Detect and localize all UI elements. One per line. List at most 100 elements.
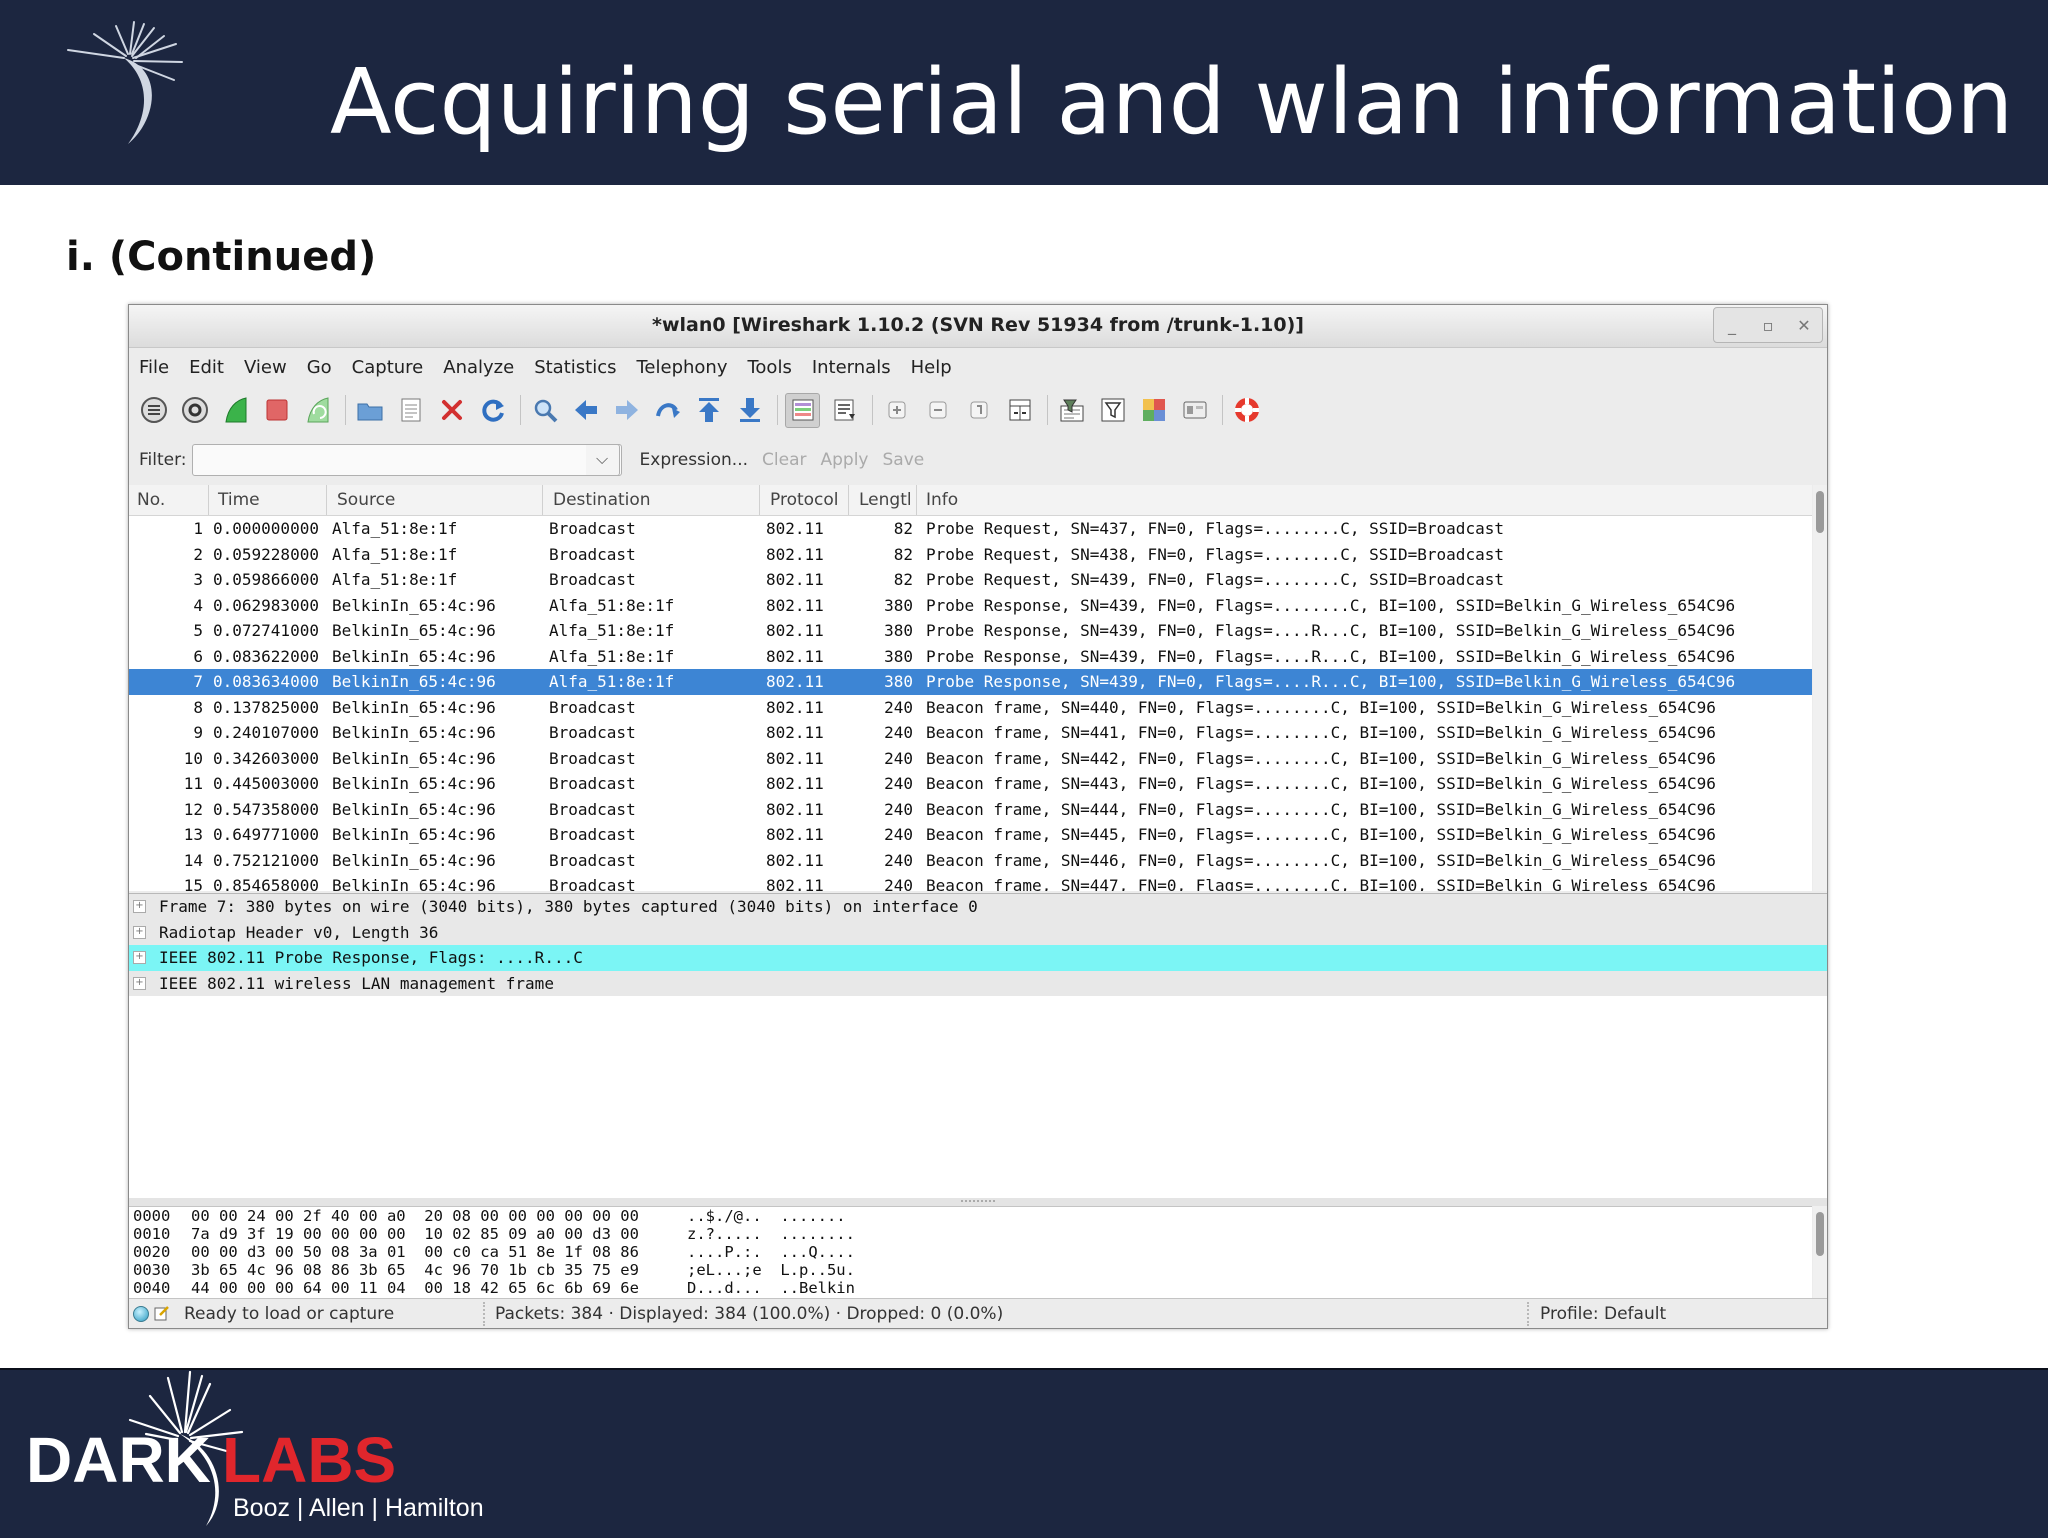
go-back-button[interactable] bbox=[569, 394, 602, 427]
menu-go[interactable]: Go bbox=[297, 357, 342, 378]
menu-capture[interactable]: Capture bbox=[342, 357, 434, 378]
table-row[interactable]: 3 0.059866000 Alfa_51:8e:1f Broadcast 802.11… bbox=[129, 567, 1812, 593]
hex-row[interactable]: 0020 00 00 d3 00 50 08 3a 01 00 c0 ca 51 … bbox=[129, 1243, 1812, 1261]
table-row[interactable]: 10 0.342603000 BelkinIn_65:4c:96 Broadcast 8… bbox=[129, 746, 1812, 772]
hex-row[interactable]: 0040 44 00 00 00 64 00 11 04 00 18 42 65 … bbox=[129, 1279, 1812, 1297]
colorize-button[interactable] bbox=[785, 392, 820, 428]
table-row[interactable]: 8 0.137825000 BelkinIn_65:4c:96 Broadcast 80… bbox=[129, 695, 1812, 721]
hex-row[interactable]: 0000 00 00 24 00 2f 40 00 a0 20 08 00 00 … bbox=[129, 1207, 1812, 1225]
column-header-length[interactable]: Lengtl bbox=[859, 490, 912, 510]
save-file-button[interactable] bbox=[394, 394, 427, 427]
options-button[interactable] bbox=[178, 394, 211, 427]
column-divider[interactable] bbox=[759, 485, 760, 515]
expand-icon[interactable]: + bbox=[133, 900, 146, 913]
first-packet-button[interactable] bbox=[692, 394, 725, 427]
detail-tree-item[interactable]: + IEEE 802.11 wireless LAN management fra… bbox=[129, 970, 1827, 996]
filter-input[interactable] bbox=[191, 444, 622, 476]
column-divider[interactable] bbox=[326, 485, 327, 515]
expand-icon[interactable]: + bbox=[133, 951, 146, 964]
help-button[interactable] bbox=[1230, 394, 1263, 427]
table-row[interactable]: 7 0.083634000 BelkinIn_65:4c:96 Alfa_51:8e:… bbox=[129, 669, 1812, 695]
splitter-grip[interactable] bbox=[961, 1200, 995, 1204]
capture-filters-button[interactable] bbox=[1055, 394, 1088, 427]
normal-size-button[interactable] bbox=[962, 394, 995, 427]
expression-button[interactable]: Expression... bbox=[640, 450, 749, 470]
apply-button[interactable]: Apply bbox=[821, 450, 869, 470]
start-capture-button[interactable] bbox=[219, 394, 252, 427]
table-row[interactable]: 14 0.752121000 BelkinIn_65:4c:96 Broadcast 8… bbox=[129, 848, 1812, 874]
auto-scroll-button[interactable] bbox=[828, 394, 861, 427]
column-header-time[interactable]: Time bbox=[218, 490, 260, 510]
zoom-out-button[interactable] bbox=[921, 394, 954, 427]
interfaces-button[interactable] bbox=[137, 394, 170, 427]
status-divider[interactable] bbox=[483, 1302, 485, 1326]
capture-comment-icon[interactable] bbox=[154, 1305, 170, 1321]
save-button[interactable]: Save bbox=[883, 450, 925, 470]
table-row[interactable]: 6 0.083622000 BelkinIn_65:4c:96 Alfa_51:8e:… bbox=[129, 644, 1812, 670]
open-file-button[interactable] bbox=[353, 394, 386, 427]
expert-info-led-icon[interactable] bbox=[133, 1306, 149, 1322]
expand-icon[interactable]: + bbox=[133, 976, 146, 990]
menu-edit[interactable]: Edit bbox=[179, 357, 234, 378]
table-row[interactable]: 15 0.854658000 BelkinIn_65:4c:96 Broadcast 8… bbox=[129, 873, 1812, 891]
menu-telephony[interactable]: Telephony bbox=[626, 357, 737, 378]
menu-statistics[interactable]: Statistics bbox=[524, 357, 626, 378]
detail-tree-item[interactable]: + Radiotap Header v0, Length 36 bbox=[129, 919, 1827, 945]
zoom-in-button[interactable] bbox=[880, 394, 913, 427]
table-row[interactable]: 11 0.445003000 BelkinIn_65:4c:96 Broadcast 8… bbox=[129, 771, 1812, 797]
table-row[interactable]: 2 0.059228000 Alfa_51:8e:1f Broadcast 802.11… bbox=[129, 542, 1812, 568]
column-header-info[interactable]: Info bbox=[926, 490, 958, 510]
expand-icon[interactable]: + bbox=[133, 925, 146, 939]
status-divider[interactable] bbox=[1527, 1302, 1529, 1326]
bytes-scrollbar[interactable] bbox=[1813, 1206, 1827, 1298]
hex-row[interactable]: 0030 3b 65 4c 96 08 86 3b 65 4c 96 70 1b … bbox=[129, 1261, 1812, 1279]
detail-tree-item[interactable]: + IEEE 802.11 Probe Response, Flags: ....… bbox=[129, 945, 1827, 971]
column-divider[interactable] bbox=[916, 485, 917, 515]
column-divider[interactable] bbox=[848, 485, 849, 515]
table-row[interactable]: 12 0.547358000 BelkinIn_65:4c:96 Broadcast 8… bbox=[129, 797, 1812, 823]
reload-button[interactable] bbox=[476, 394, 509, 427]
menu-view[interactable]: View bbox=[234, 357, 297, 378]
status-profile[interactable]: Profile: Default bbox=[1540, 1304, 1666, 1324]
table-row[interactable]: 4 0.062983000 BelkinIn_65:4c:96 Alfa_51:8e:… bbox=[129, 593, 1812, 619]
close-file-button[interactable] bbox=[435, 394, 468, 427]
preferences-button[interactable] bbox=[1178, 394, 1211, 427]
column-header-protocol[interactable]: Protocol bbox=[770, 490, 839, 510]
menu-internals[interactable]: Internals bbox=[802, 357, 901, 378]
go-to-packet-button[interactable] bbox=[651, 394, 684, 427]
close-button[interactable]: ✕ bbox=[1786, 308, 1822, 342]
maximize-button[interactable]: ▫ bbox=[1750, 308, 1786, 342]
cell-len: 380 bbox=[884, 621, 913, 640]
scrollbar-thumb[interactable] bbox=[1816, 491, 1824, 533]
menu-file[interactable]: File bbox=[129, 357, 179, 378]
display-filters-button[interactable] bbox=[1096, 394, 1129, 427]
menu-help[interactable]: Help bbox=[901, 357, 962, 378]
detail-tree-item[interactable]: + Frame 7: 380 bytes on wire (3040 bits),… bbox=[129, 894, 1827, 920]
resize-columns-button[interactable] bbox=[1003, 394, 1036, 427]
restart-capture-button[interactable] bbox=[301, 394, 334, 427]
table-row[interactable]: 1 0.000000000 Alfa_51:8e:1f Broadcast 802.11… bbox=[129, 516, 1812, 542]
packet-list-scrollbar[interactable] bbox=[1813, 485, 1827, 891]
scrollbar-thumb[interactable] bbox=[1816, 1212, 1824, 1256]
hex-row[interactable]: 0010 7a d9 3f 19 00 00 00 00 10 02 85 09 … bbox=[129, 1225, 1812, 1243]
window-titlebar[interactable]: *wlan0 [Wireshark 1.10.2 (SVN Rev 51934 … bbox=[129, 305, 1827, 348]
stop-capture-button[interactable] bbox=[260, 394, 293, 427]
table-row[interactable]: 13 0.649771000 BelkinIn_65:4c:96 Broadcast 8… bbox=[129, 822, 1812, 848]
find-packet-button[interactable] bbox=[528, 394, 561, 427]
column-header-source[interactable]: Source bbox=[337, 490, 395, 510]
column-header-no[interactable]: No. bbox=[137, 490, 165, 510]
pane-splitter[interactable] bbox=[129, 1198, 1827, 1206]
table-row[interactable]: 9 0.240107000 BelkinIn_65:4c:96 Broadcast 80… bbox=[129, 720, 1812, 746]
column-divider[interactable] bbox=[542, 485, 543, 515]
column-header-destination[interactable]: Destination bbox=[553, 490, 651, 510]
menu-analyze[interactable]: Analyze bbox=[433, 357, 524, 378]
last-packet-button[interactable] bbox=[733, 394, 766, 427]
filter-dropdown-button[interactable]: ⌵ bbox=[585, 444, 620, 476]
go-forward-button[interactable] bbox=[610, 394, 643, 427]
coloring-rules-button[interactable] bbox=[1137, 394, 1170, 427]
table-row[interactable]: 5 0.072741000 BelkinIn_65:4c:96 Alfa_51:8e:… bbox=[129, 618, 1812, 644]
clear-button[interactable]: Clear bbox=[762, 450, 806, 470]
column-divider[interactable] bbox=[208, 485, 209, 515]
menu-tools[interactable]: Tools bbox=[737, 357, 801, 378]
minimize-button[interactable]: _ bbox=[1714, 308, 1750, 342]
